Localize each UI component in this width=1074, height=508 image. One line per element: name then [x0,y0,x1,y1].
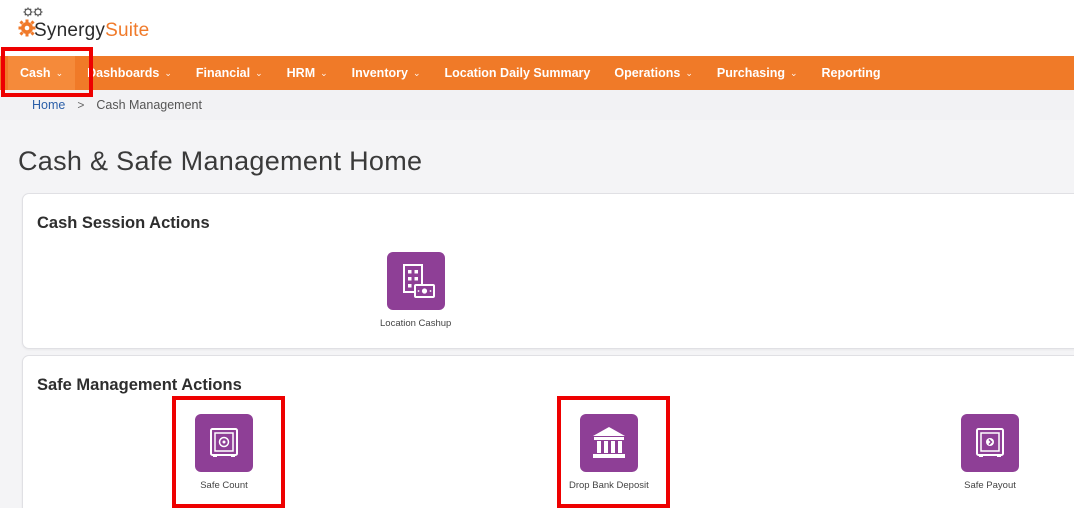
nav-item-label: Cash [20,66,51,80]
breadcrumb-separator: > [77,98,85,112]
drop-bank-deposit-tile[interactable]: Drop Bank Deposit [569,414,649,491]
nav-item-financial[interactable]: Financial ⌄ [184,56,275,90]
breadcrumb-current: Cash Management [96,98,202,112]
tile-label: Location Cashup [380,318,452,329]
safe-icon [195,414,253,472]
chevron-down-icon: ⌄ [685,67,693,78]
safe-payout-tile[interactable]: Safe Payout [961,414,1019,491]
chevron-down-icon: ⌄ [789,67,798,78]
nav-item-label: Dashboards [87,66,160,80]
chevron-down-icon: ⌄ [55,67,64,78]
nav-item-hrm[interactable]: HRM ⌄ [275,56,340,90]
card-title: Cash Session Actions [37,214,210,232]
card-title: Safe Management Actions [37,376,242,394]
breadcrumb-home-link[interactable]: Home [32,98,65,112]
nav-item-operations[interactable]: Operations ⌄ [602,56,705,90]
logo-text-synergy: Synergy [34,20,106,41]
nav-item-label: Reporting [821,66,881,80]
logo-text-suite: Suite [105,20,150,41]
building-cash-icon [386,252,445,310]
chevron-down-icon: ⌄ [164,67,172,78]
location-cashup-tile[interactable]: Location Cashup [380,252,451,329]
chevron-down-icon: ⌄ [255,67,263,78]
nav-item-purchasing[interactable]: Purchasing ⌄ [705,56,810,90]
bank-icon [579,414,638,472]
safe-count-tile[interactable]: Safe Count [195,414,253,491]
main-content: Cash & Safe Management Home Cash Session… [0,120,1074,508]
chevron-down-icon: ⌄ [412,67,421,78]
app-header: SynergySuite [0,0,1074,56]
logo-wordmark: SynergySuite [34,20,149,42]
nav-item-dashboards[interactable]: Dashboards ⌄ [75,56,184,90]
breadcrumb: Home > Cash Management [0,90,1074,120]
nav-item-label: HRM [286,66,316,80]
chevron-down-icon: ⌄ [320,67,328,78]
main-nav: Cash ⌄ Dashboards ⌄ Financial ⌄ HRM ⌄ Invent… [0,56,1074,90]
nav-item-label: Location Daily Summary [444,66,591,80]
cash-session-actions-card: Cash Session Actions Location Cashup [22,193,1074,349]
nav-item-label: Purchasing [716,66,785,80]
tile-label: Drop Bank Deposit [569,480,649,491]
tile-label: Safe Count [200,480,248,491]
nav-item-inventory[interactable]: Inventory ⌄ [340,56,433,90]
page-title: Cash & Safe Management Home [18,146,423,176]
nav-item-location-daily-summary[interactable]: Location Daily Summary [432,56,602,90]
safe-payout-icon [961,414,1019,472]
tile-label: Safe Payout [964,480,1016,491]
safe-management-actions-card: Safe Management Actions Safe Count Drop … [22,355,1074,508]
nav-item-cash[interactable]: Cash ⌄ [8,56,76,90]
nav-item-label: Financial [195,66,251,80]
nav-item-reporting[interactable]: Reporting [810,56,893,90]
nav-item-label: Operations [614,66,681,80]
nav-item-label: Inventory [351,66,408,80]
